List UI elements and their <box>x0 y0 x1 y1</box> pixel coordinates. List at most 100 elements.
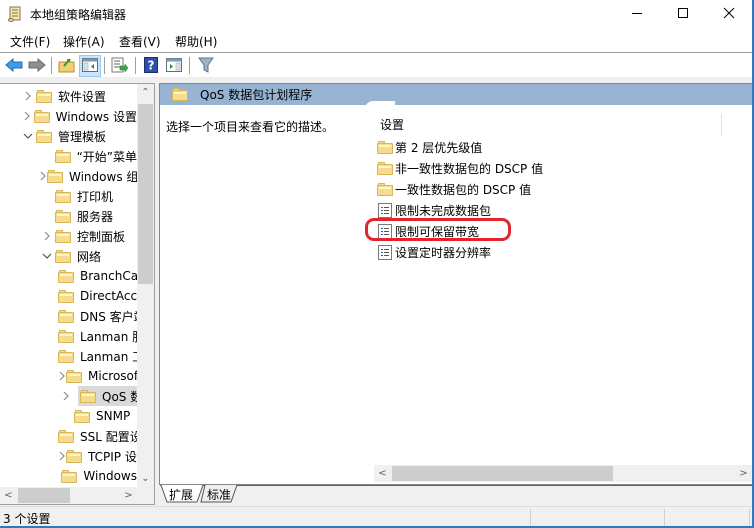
tree-item[interactable]: Windows 组件 <box>39 166 137 186</box>
tree-item[interactable]: Lanman 服务器 <box>58 326 137 346</box>
scroll-thumb[interactable] <box>138 104 153 284</box>
tree-item[interactable]: QoS 数据包计划程序 <box>78 386 137 406</box>
tree-item[interactable]: DirectAccess <box>58 286 137 306</box>
chevron-down-icon[interactable] <box>20 126 36 146</box>
setting-list-item[interactable]: 一致性数据包的 DSCP 值 <box>377 179 531 199</box>
menu-file[interactable]: 文件(F) <box>8 33 52 50</box>
back-button[interactable] <box>3 55 25 77</box>
chevron-right-icon[interactable] <box>20 106 34 126</box>
tree-item[interactable]: Microsoft <box>58 366 137 386</box>
tree-item[interactable]: 服务器 <box>39 206 137 226</box>
tree-item[interactable]: SSL 配置设置 <box>58 426 137 446</box>
tree-item-label: TCPIP 设置 <box>88 449 137 464</box>
console-tree-icon <box>82 57 98 75</box>
setting-list-item[interactable]: 设置定时器分辨率 <box>377 242 491 262</box>
tree-item[interactable]: 管理模板 <box>20 126 137 146</box>
chevron-right-icon[interactable] <box>58 446 66 466</box>
tree-item-label: 网络 <box>77 249 102 264</box>
close-icon <box>723 7 735 22</box>
tree-item[interactable]: Windows 设置 <box>20 106 137 126</box>
show-hide-action-pane-button[interactable] <box>163 55 185 77</box>
column-header-setting[interactable]: 设置 <box>380 116 404 133</box>
scroll-right-button[interactable]: > <box>120 487 137 504</box>
policy-setting-icon <box>378 202 392 218</box>
setting-list-item[interactable]: 第 2 层优先级值 <box>377 137 482 157</box>
tree-item[interactable]: DNS 客户端 <box>58 306 137 326</box>
status-text: 3 个设置 <box>3 512 51 526</box>
folder-icon <box>377 161 393 175</box>
toolbar: ? <box>0 53 752 78</box>
policy-setting-icon <box>378 244 392 260</box>
tree-horizontal-scrollbar[interactable]: < > <box>0 487 137 504</box>
tree-item[interactable]: BranchCache <box>58 266 137 286</box>
menu-view[interactable]: 查看(V) <box>117 33 163 50</box>
chevron-right-icon[interactable] <box>58 366 66 386</box>
toolbar-separator <box>135 57 136 74</box>
tree-item[interactable]: Lanman 工作站 <box>58 346 137 366</box>
setting-list-item[interactable]: 非一致性数据包的 DSCP 值 <box>377 158 543 178</box>
folder-icon <box>377 182 393 196</box>
forward-button[interactable] <box>26 55 48 77</box>
tab-standard[interactable]: 标准 <box>199 485 239 503</box>
menu-help[interactable]: 帮助(H) <box>173 33 219 50</box>
filter-button[interactable] <box>195 55 217 77</box>
scroll-down-button[interactable]: ⌄ <box>137 470 154 487</box>
folder-up-icon <box>58 57 76 76</box>
setting-list-item[interactable]: 限制未完成数据包 <box>377 200 491 220</box>
folder-icon <box>55 209 71 223</box>
details-header-title: QoS 数据包计划程序 <box>200 88 313 102</box>
folder-icon <box>172 88 188 101</box>
column-divider[interactable] <box>721 114 722 136</box>
up-one-level-button[interactable] <box>56 55 78 77</box>
tab-standard-label: 标准 <box>206 487 231 502</box>
scroll-up-button[interactable]: ⌃ <box>137 84 154 101</box>
tree-item-label: DirectAccess <box>80 289 137 303</box>
tab-expanded[interactable]: 扩展 <box>161 485 204 503</box>
tree-item-label: 控制面板 <box>77 229 126 244</box>
forward-arrow-icon <box>28 57 46 75</box>
folder-icon <box>55 189 71 203</box>
back-arrow-icon <box>5 57 23 75</box>
scroll-thumb[interactable] <box>392 466 613 481</box>
scroll-left-button[interactable]: < <box>0 487 17 504</box>
scroll-icon <box>8 6 22 22</box>
maximize-button[interactable] <box>660 0 706 28</box>
tree-item[interactable]: TCPIP 设置 <box>58 446 137 466</box>
tree-item[interactable]: “开始”菜单 <box>39 146 137 166</box>
tree-item[interactable]: Windows <box>58 466 137 486</box>
tree-item[interactable]: SNMP <box>58 406 137 426</box>
tree-item-label: SNMP <box>96 409 131 423</box>
minimize-button[interactable] <box>614 0 660 28</box>
tree-item-label: 服务器 <box>77 209 114 224</box>
folder-icon <box>58 269 74 283</box>
tree-item-label: Windows <box>83 469 137 483</box>
chevron-right-icon[interactable] <box>20 86 36 106</box>
folder-icon <box>54 149 71 163</box>
tree-item-label: Windows 设置 <box>55 109 137 124</box>
chevron-right-icon[interactable] <box>58 386 74 406</box>
tree-item[interactable]: 网络 <box>39 246 137 266</box>
tree-item[interactable]: 软件设置 <box>20 86 137 106</box>
close-button[interactable] <box>706 0 752 28</box>
help-button[interactable]: ? <box>140 55 162 77</box>
tree-item[interactable]: 控制面板 <box>39 226 137 246</box>
chevron-down-icon[interactable] <box>39 246 55 266</box>
description-text: 选择一个项目来查看它的描述。 <box>166 120 335 134</box>
tree-item[interactable]: 打印机 <box>39 186 137 206</box>
details-horizontal-scrollbar[interactable]: < > <box>374 465 752 482</box>
tree-vertical-scrollbar[interactable]: ⌃ ⌄ <box>137 84 154 487</box>
chevron-right-icon[interactable] <box>39 226 55 246</box>
folder-icon <box>80 389 96 403</box>
scroll-thumb[interactable] <box>18 488 70 503</box>
scroll-corner <box>137 487 154 504</box>
export-list-button[interactable] <box>109 55 131 77</box>
show-hide-console-tree-button[interactable] <box>79 55 101 77</box>
menu-action[interactable]: 操作(A) <box>61 33 107 50</box>
chevron-right-icon[interactable] <box>39 166 47 186</box>
toolbar-separator <box>104 57 105 74</box>
scroll-right-button[interactable]: > <box>735 465 752 482</box>
scroll-left-button[interactable]: < <box>374 465 391 482</box>
minimize-icon <box>631 7 643 22</box>
